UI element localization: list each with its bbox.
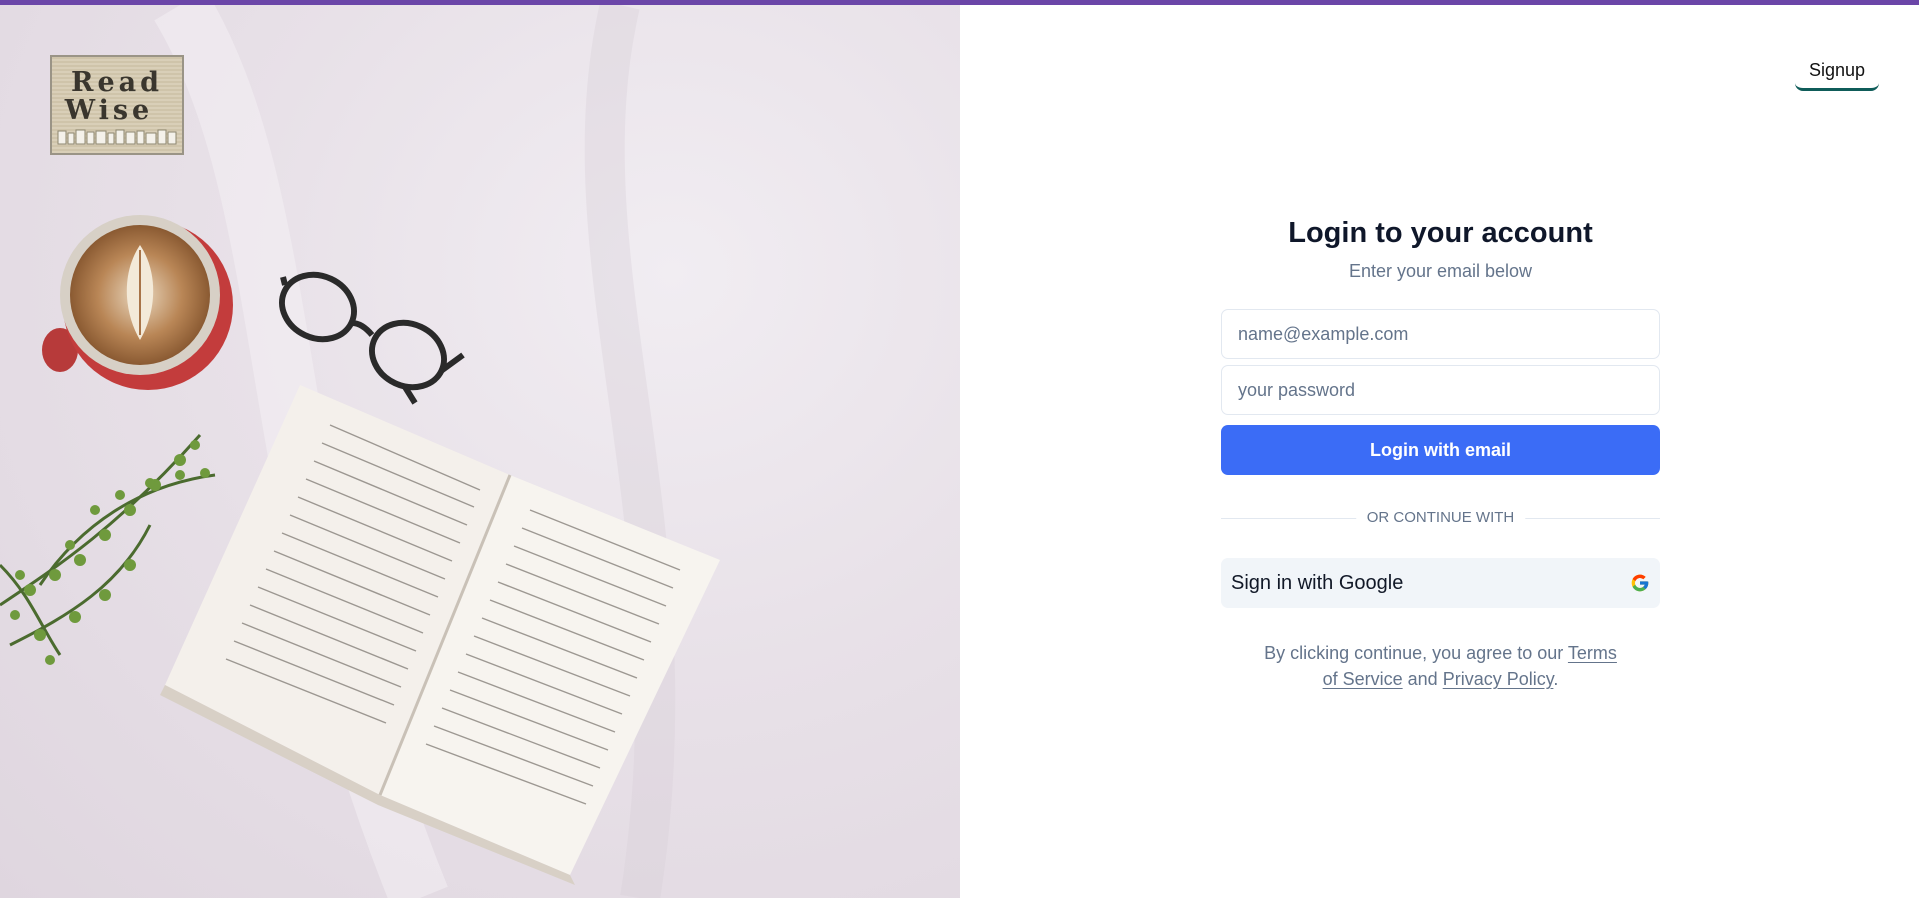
sign-in-with-google-button[interactable]: Sign in with Google [1221, 558, 1660, 608]
plant [0, 434, 216, 665]
page-subtitle: Enter your email below [1348, 261, 1533, 281]
login-form: Login to your account Enter your email b… [1221, 212, 1660, 692]
legal-notice: By clicking continue, you agree to our T… [1221, 640, 1660, 692]
coffee-cup [42, 215, 233, 390]
or-divider: OR CONTINUE WITH [1221, 508, 1660, 528]
google-button-label: Sign in with Google [1231, 571, 1404, 594]
google-icon [1631, 574, 1649, 592]
logo-text-read: Read [71, 67, 163, 98]
legal-conjunction: and [1407, 669, 1438, 689]
books-icon [57, 129, 177, 145]
hero-image: Read Wise [0, 5, 960, 898]
page-title: Login to your account [1288, 217, 1593, 249]
logo-text-wise: Wise [64, 95, 154, 126]
login-with-email-button[interactable]: Login with email [1221, 425, 1660, 475]
signup-button[interactable]: Signup [1794, 52, 1879, 91]
privacy-policy-link[interactable]: Privacy Policy [1443, 669, 1554, 689]
email-input[interactable] [1221, 309, 1660, 359]
legal-prefix: By clicking continue, you agree to our [1264, 643, 1564, 663]
readwise-logo: Read Wise [50, 55, 184, 155]
top-accent-bar [0, 0, 1919, 5]
legal-suffix: . [1553, 669, 1559, 689]
password-input[interactable] [1221, 365, 1660, 415]
divider-text: OR CONTINUE WITH [1355, 508, 1526, 528]
